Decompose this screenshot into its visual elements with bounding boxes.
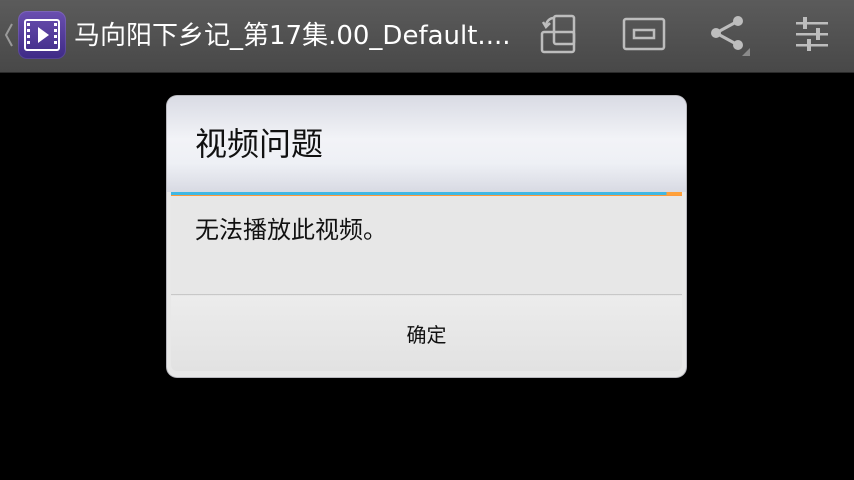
dialog-header: 视频问题 bbox=[167, 96, 686, 192]
share-icon bbox=[706, 12, 750, 60]
settings-sliders-icon bbox=[790, 12, 834, 60]
aspect-ratio-button[interactable] bbox=[622, 14, 666, 58]
dialog-message: 无法播放此视频。 bbox=[195, 216, 387, 244]
share-button[interactable] bbox=[706, 14, 750, 58]
back-caret-icon[interactable] bbox=[4, 22, 14, 48]
video-title: 马向阳下乡记_第17集.00_Default.... bbox=[74, 21, 511, 51]
action-bar: 马向阳下乡记_第17集.00_Default.... bbox=[0, 0, 854, 73]
aspect-ratio-icon bbox=[622, 12, 666, 60]
ok-button[interactable]: 确定 bbox=[171, 296, 682, 371]
video-error-dialog: 视频问题 无法播放此视频。 确定 bbox=[167, 96, 686, 377]
video-app-icon[interactable] bbox=[18, 11, 66, 59]
rotate-screen-icon bbox=[538, 12, 582, 60]
dialog-title: 视频问题 bbox=[195, 125, 324, 163]
rotate-screen-button[interactable] bbox=[538, 14, 582, 58]
settings-button[interactable] bbox=[790, 14, 834, 58]
dialog-body: 无法播放此视频。 bbox=[171, 196, 682, 294]
